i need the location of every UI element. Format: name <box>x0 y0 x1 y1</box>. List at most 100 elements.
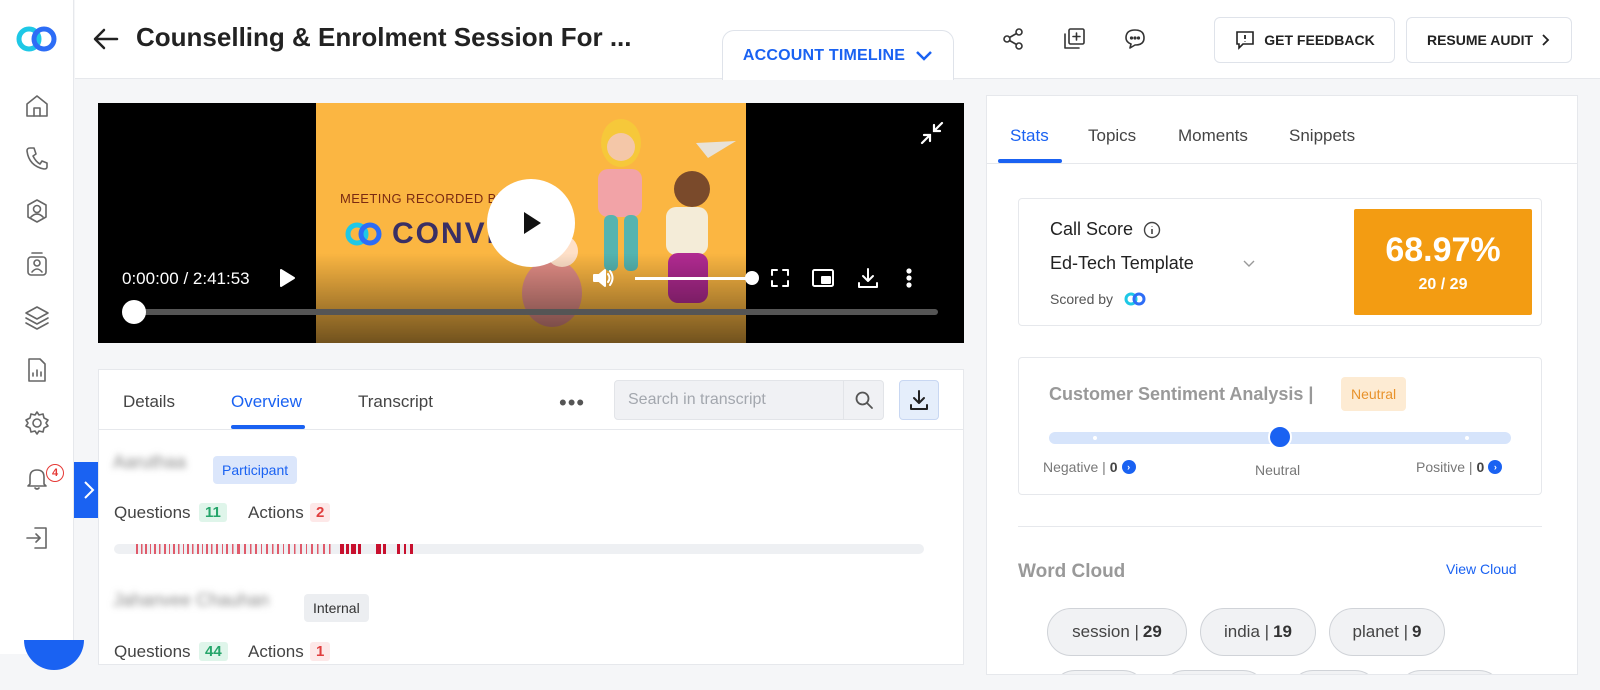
logout-icon[interactable] <box>22 523 52 553</box>
negative-label: Negative | <box>1043 459 1106 475</box>
left-tab-bar: Details Overview Transcript ••• <box>99 370 963 430</box>
tab-topics[interactable]: Topics <box>1088 126 1136 146</box>
layers-icon[interactable] <box>22 302 52 332</box>
team-icon[interactable] <box>22 196 52 226</box>
video-time: 0:00:00 / 2:41:53 <box>122 269 250 288</box>
chevron-down-icon <box>1243 260 1255 267</box>
word-chip-text: planet | <box>1352 622 1408 641</box>
word-chip[interactable] <box>1051 670 1147 674</box>
word-chip-count: 29 <box>1142 622 1162 641</box>
share-icon[interactable] <box>1000 26 1026 52</box>
account-timeline-button[interactable]: ACCOUNT TIMELINE <box>722 30 954 80</box>
seek-bar[interactable] <box>134 309 938 315</box>
fullscreen-icon[interactable] <box>765 263 795 293</box>
feedback-icon <box>1236 31 1255 50</box>
call-score-label: Call Score <box>1050 219 1134 239</box>
download-button[interactable] <box>899 380 939 420</box>
convin-logo-icon <box>1124 292 1146 306</box>
seek-bar-handle[interactable] <box>122 300 146 324</box>
score-fraction: 20 / 29 <box>1418 275 1468 293</box>
participant-talk-timeline[interactable] <box>114 544 924 554</box>
word-chip[interactable] <box>1161 670 1267 674</box>
word-chip-text: india | <box>1224 622 1270 641</box>
tab-moments[interactable]: Moments <box>1178 126 1248 146</box>
picture-in-picture-icon[interactable] <box>808 263 838 293</box>
questions-label: Questions <box>114 642 191 661</box>
volume-icon[interactable] <box>588 263 618 293</box>
play-button[interactable] <box>487 179 575 267</box>
small-play-icon[interactable] <box>272 263 302 293</box>
header: Counselling & Enrolment Session For ... … <box>75 0 1600 80</box>
participant-role-tag: Internal <box>304 594 369 622</box>
sentiment-card: Customer Sentiment Analysis | Neutral Ne… <box>1018 357 1542 495</box>
negative-count: 0 <box>1109 459 1118 475</box>
word-chip-text: session | <box>1072 622 1139 641</box>
word-cloud-title: Word Cloud <box>1018 561 1126 582</box>
chevron-down-icon <box>916 50 933 61</box>
chevron-right-icon <box>84 481 95 499</box>
video-player[interactable]: MEETING RECORDED BY CONVIN 0:00:00 / 2:4… <box>98 103 964 343</box>
negative-stat[interactable]: Negative | 0 › <box>1043 459 1136 475</box>
call-details-panel: Details Overview Transcript ••• Aaruthaa… <box>98 369 964 665</box>
search-icon[interactable] <box>843 381 883 419</box>
tab-snippets[interactable]: Snippets <box>1289 126 1355 146</box>
minimize-icon[interactable] <box>918 119 946 147</box>
actions-count: 2 <box>310 503 331 522</box>
participant-name: Aaruthaa <box>113 452 187 472</box>
account-timeline-label: ACCOUNT TIMELINE <box>742 46 906 64</box>
recorded-by-text: MEETING RECORDED BY <box>340 191 506 206</box>
add-to-library-icon[interactable] <box>1061 26 1087 52</box>
participant-role-tag: Participant <box>213 456 298 484</box>
tab-transcript[interactable]: Transcript <box>358 392 433 412</box>
comments-icon[interactable] <box>1122 26 1148 52</box>
tab-details[interactable]: Details <box>123 392 175 412</box>
phone-icon[interactable] <box>22 143 52 173</box>
volume-slider[interactable] <box>635 277 753 280</box>
word-chip[interactable] <box>1289 670 1379 674</box>
track-marker <box>1465 436 1469 440</box>
more-dots-icon[interactable]: ••• <box>559 390 585 416</box>
actions-label: Actions <box>248 642 304 661</box>
positive-label: Positive | <box>1416 459 1473 475</box>
info-icon[interactable] <box>1143 221 1161 239</box>
right-tab-bar: Stats Topics Moments Snippets <box>987 96 1577 164</box>
volume-slider-handle[interactable] <box>745 271 759 285</box>
settings-icon[interactable] <box>22 408 52 438</box>
home-icon[interactable] <box>22 91 52 121</box>
more-options-icon[interactable] <box>894 263 924 293</box>
search-input[interactable] <box>615 381 843 419</box>
neutral-label: Neutral <box>1255 462 1301 478</box>
video-download-icon[interactable] <box>853 263 883 293</box>
word-chip[interactable]: session | 29 <box>1047 608 1187 656</box>
view-cloud-link[interactable]: View Cloud <box>1446 561 1517 577</box>
get-feedback-label: GET FEEDBACK <box>1264 32 1375 48</box>
convin-logo[interactable] <box>16 24 58 54</box>
notification-badge: 4 <box>46 464 64 482</box>
word-chip-count: 9 <box>1412 622 1422 641</box>
chevron-right-icon <box>1542 34 1550 46</box>
sentiment-badge: Neutral <box>1341 377 1407 411</box>
transcript-search <box>614 380 884 420</box>
chevron-right-icon: › <box>1121 460 1136 474</box>
page-title: Counselling & Enrolment Session For ... <box>136 22 632 52</box>
active-tab-indicator <box>998 159 1062 163</box>
participant-name: Jahanvee Chauhan <box>113 590 270 610</box>
word-chip[interactable]: planet | 9 <box>1329 608 1445 656</box>
positive-stat[interactable]: Positive | 0 › <box>1416 459 1503 475</box>
resume-audit-button[interactable]: RESUME AUDIT <box>1406 17 1572 63</box>
get-feedback-button[interactable]: GET FEEDBACK <box>1214 17 1395 63</box>
back-arrow-icon[interactable] <box>91 24 121 54</box>
word-chip[interactable]: india | 19 <box>1200 608 1316 656</box>
template-select[interactable]: Ed-Tech Template <box>1050 253 1256 274</box>
tab-overview[interactable]: Overview <box>231 392 302 412</box>
floating-action[interactable] <box>24 640 84 670</box>
word-chip[interactable] <box>1397 670 1503 674</box>
talk-segments <box>136 544 413 554</box>
report-icon[interactable] <box>22 355 52 385</box>
tab-stats[interactable]: Stats <box>1010 126 1049 146</box>
sidebar: 4 <box>0 0 74 654</box>
agent-icon[interactable] <box>22 249 52 279</box>
download-icon <box>910 390 928 410</box>
actions-count: 1 <box>310 642 331 661</box>
sentiment-marker <box>1268 425 1292 449</box>
